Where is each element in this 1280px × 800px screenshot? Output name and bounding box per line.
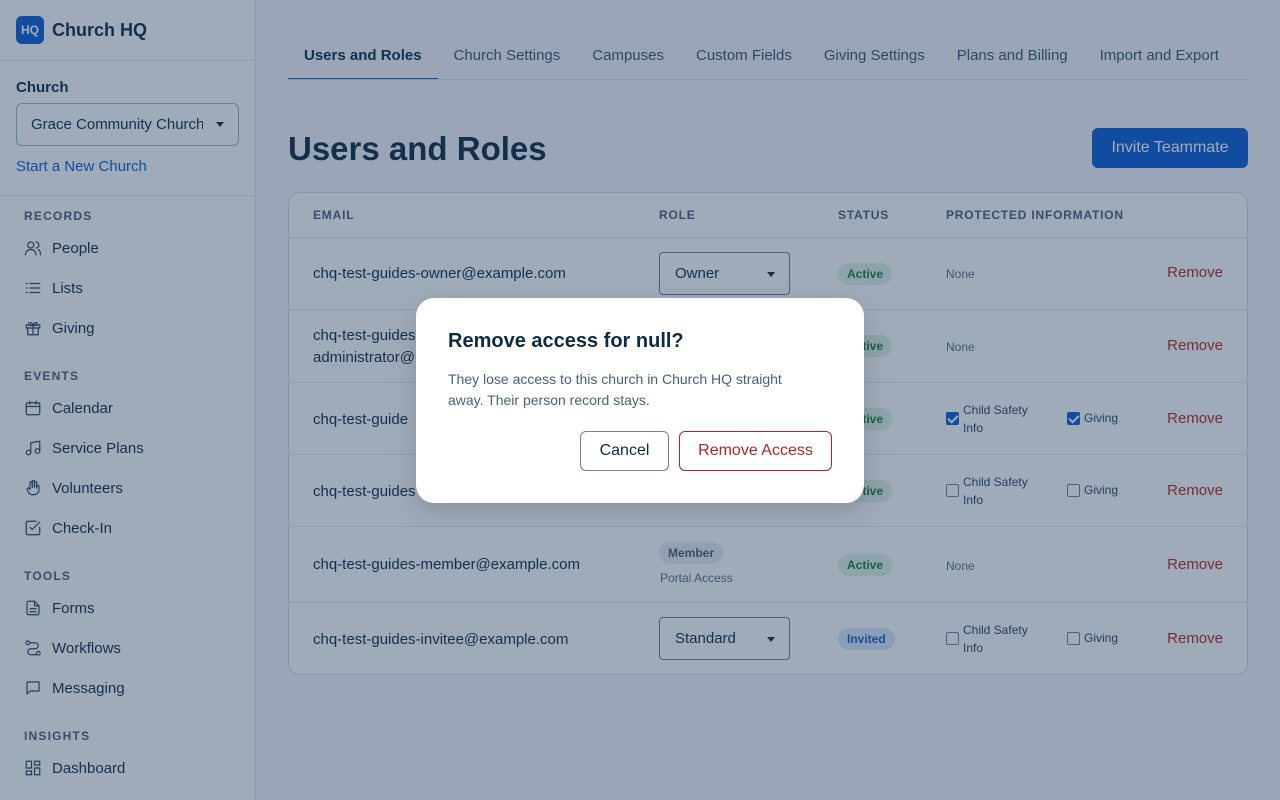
cancel-button[interactable]: Cancel bbox=[580, 431, 669, 471]
remove-access-dialog: Remove access for null? They lose access… bbox=[416, 298, 864, 503]
dialog-body: They lose access to this church in Churc… bbox=[448, 371, 782, 408]
remove-access-button[interactable]: Remove Access bbox=[679, 431, 832, 471]
dialog-actions: Cancel Remove Access bbox=[580, 431, 832, 471]
dialog-title: Remove access for null? bbox=[448, 330, 684, 352]
